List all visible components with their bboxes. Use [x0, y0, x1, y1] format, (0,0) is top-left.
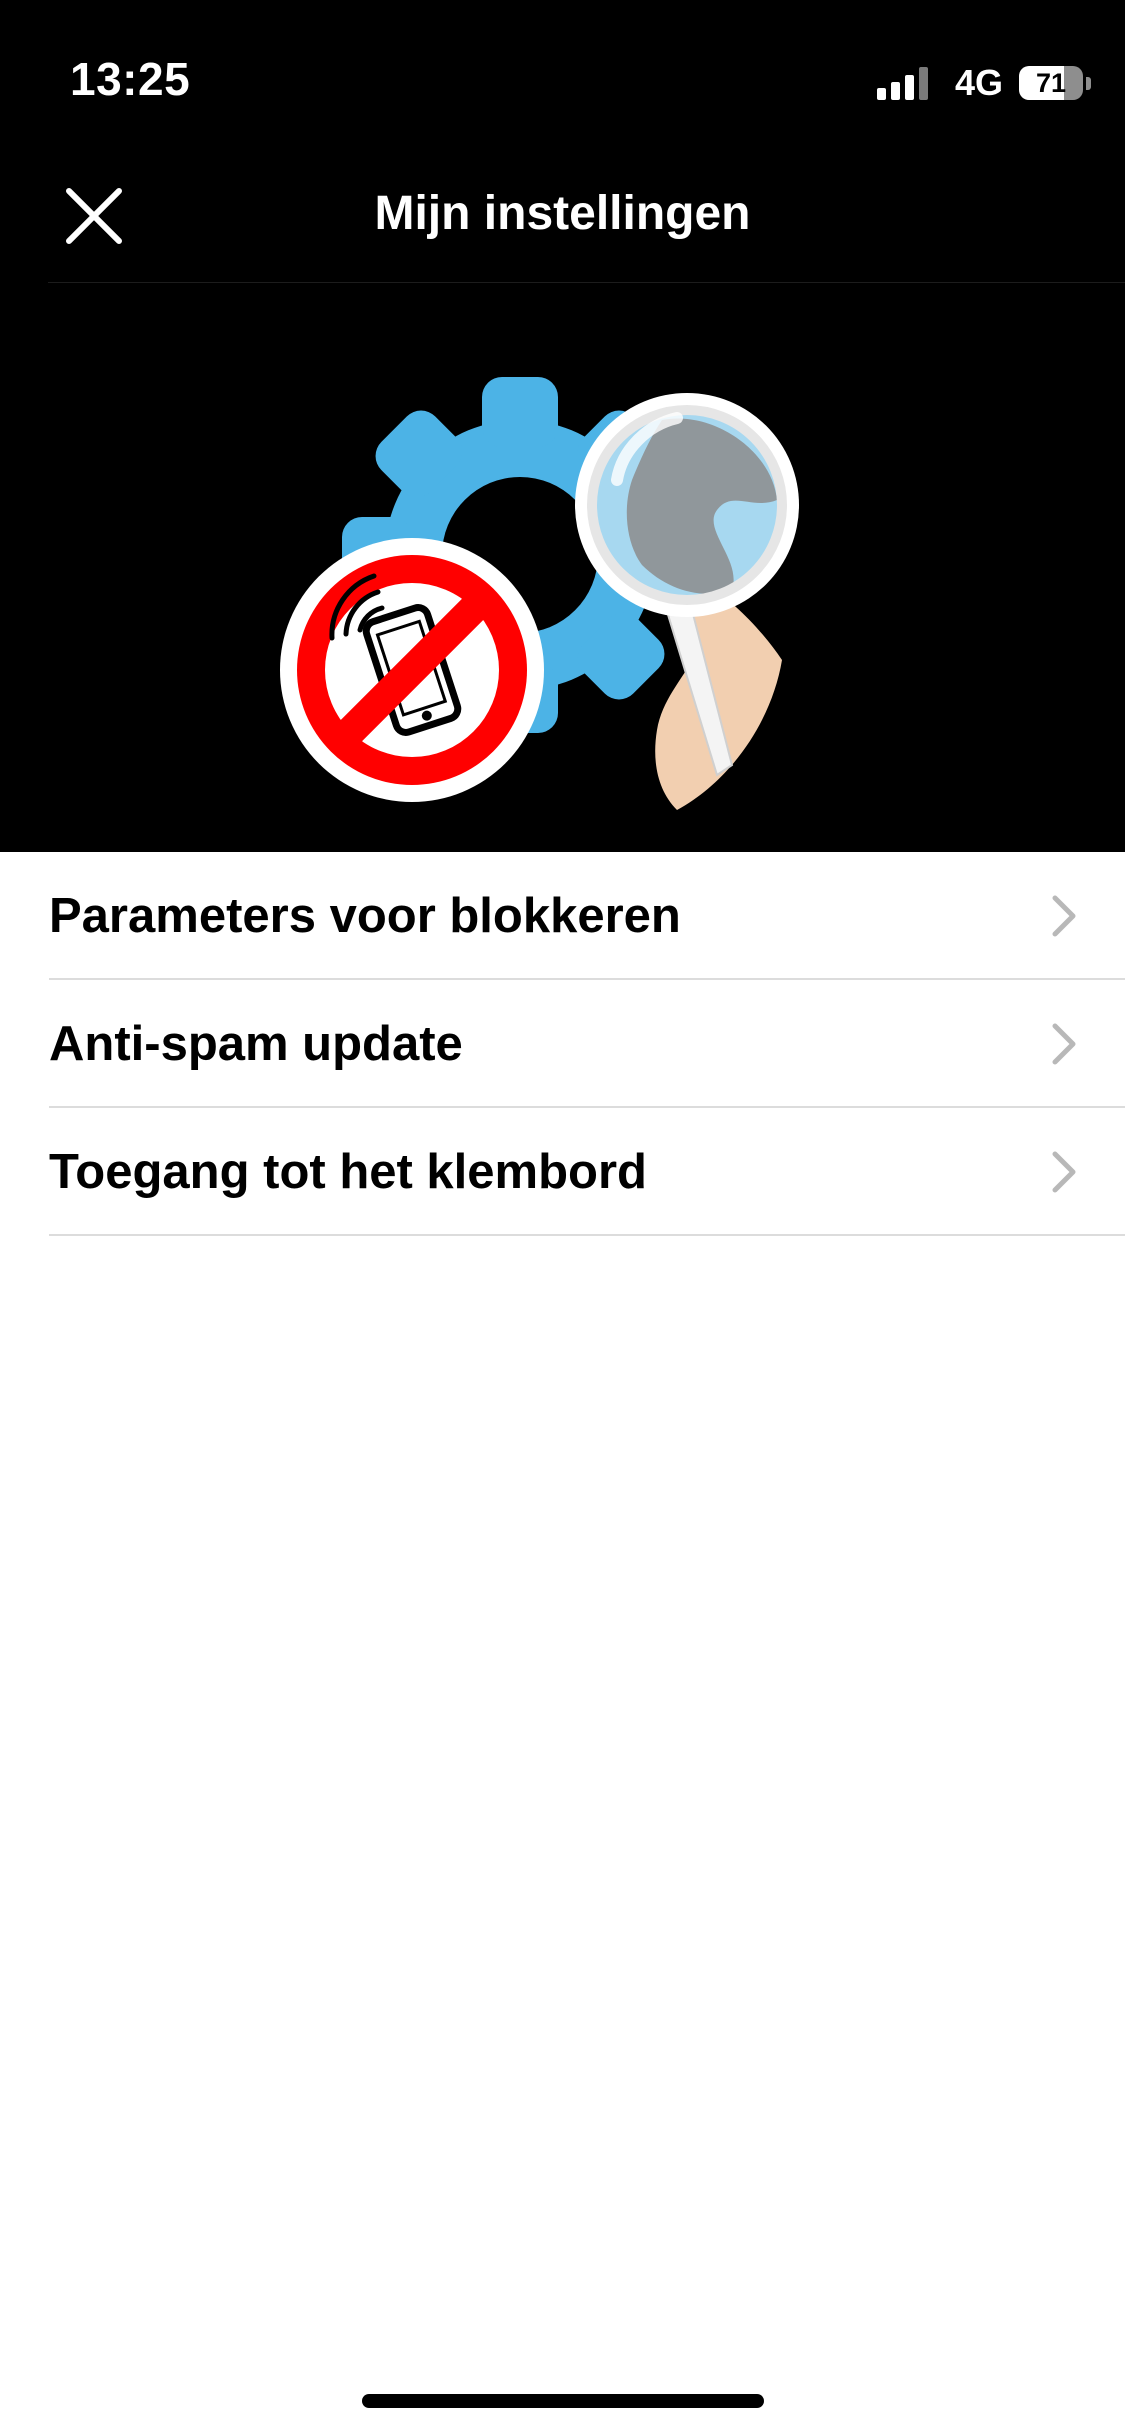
- chevron-right-icon: [1052, 895, 1076, 937]
- header-area: 13:25 4G 71 Mijn instellingen: [0, 0, 1125, 852]
- home-indicator[interactable]: [362, 2394, 764, 2408]
- menu-item-anti-spam-update[interactable]: Anti-spam update: [0, 980, 1125, 1108]
- battery-tip: [1086, 76, 1091, 90]
- chevron-right-icon: [1052, 1151, 1076, 1193]
- menu-item-label: Anti-spam update: [49, 1017, 463, 1071]
- nav-divider: [48, 282, 1125, 283]
- status-indicators: 4G 71: [876, 60, 1091, 106]
- settings-menu: Parameters voor blokkeren Anti-spam upda…: [0, 852, 1125, 1236]
- battery-percentage: 71: [1035, 67, 1067, 98]
- settings-illustration: [280, 377, 799, 810]
- battery-icon: 71: [1019, 66, 1083, 100]
- cellular-signal-icon: [876, 66, 933, 100]
- menu-item-clipboard-access[interactable]: Toegang tot het klembord: [0, 1108, 1125, 1236]
- network-type: 4G: [954, 62, 1003, 103]
- no-phone-icon: [280, 538, 544, 802]
- page-title: Mijn instellingen: [374, 187, 751, 240]
- menu-item-label: Toegang tot het klembord: [49, 1145, 647, 1199]
- menu-item-blocking-parameters[interactable]: Parameters voor blokkeren: [0, 852, 1125, 980]
- menu-item-label: Parameters voor blokkeren: [49, 889, 681, 943]
- chevron-right-icon: [1052, 1023, 1076, 1065]
- settings-screen: 13:25 4G 71 Mijn instellingen Parameters…: [0, 0, 1125, 2436]
- status-time: 13:25: [70, 53, 191, 105]
